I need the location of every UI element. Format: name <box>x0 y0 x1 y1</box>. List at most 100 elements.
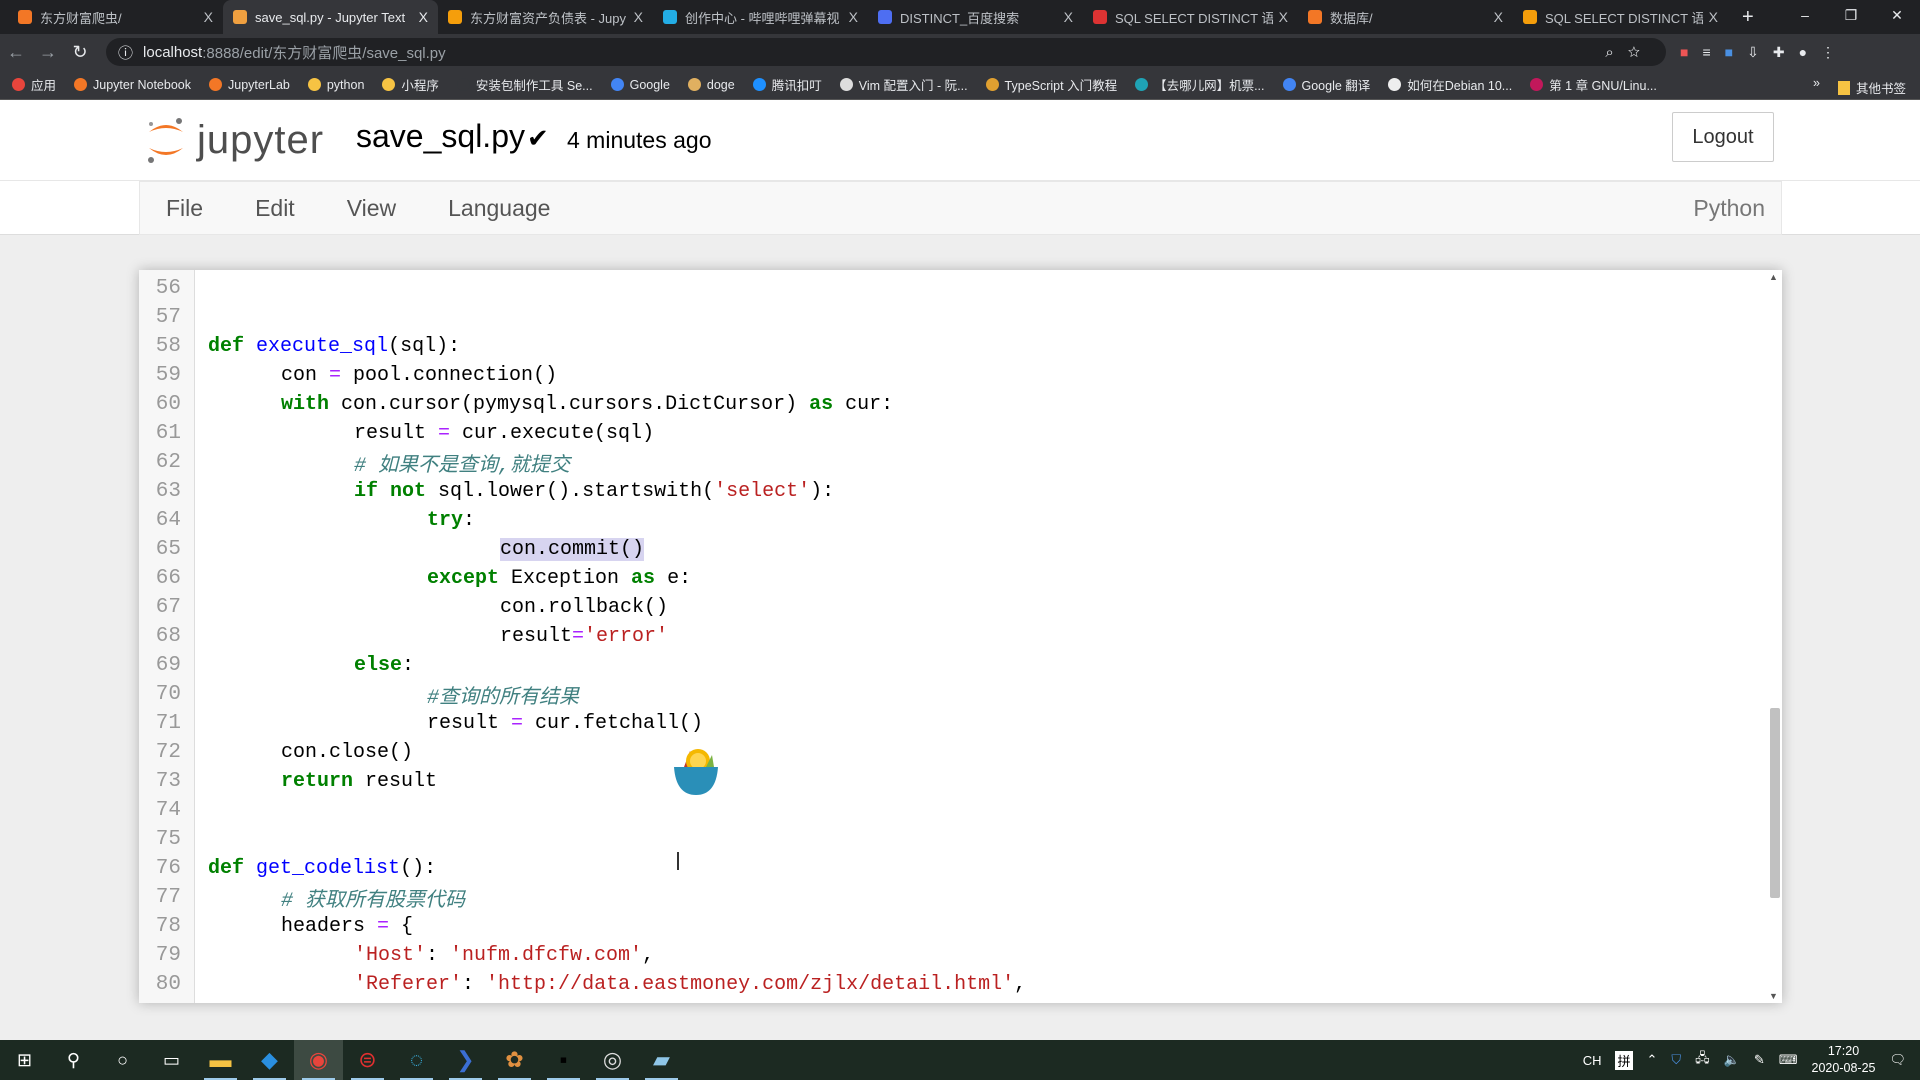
notifications-icon[interactable]: 🗨 <box>1889 1052 1906 1068</box>
download-icon[interactable]: ⇩ <box>1747 44 1759 61</box>
tab-close-icon[interactable]: X <box>1064 9 1073 25</box>
ime-language[interactable]: CH <box>1583 1053 1602 1068</box>
menu-language[interactable]: Language <box>422 195 576 222</box>
clock[interactable]: 17:20 2020-08-25 <box>1812 1043 1876 1077</box>
bookmark[interactable]: 应用 <box>12 75 56 94</box>
volume-icon[interactable]: 🔈 <box>1724 1052 1740 1068</box>
scroll-down-icon[interactable]: ▼ <box>1769 991 1778 1001</box>
tab[interactable]: 创作中心 - 哔哩哔哩弹幕视 X <box>653 0 868 34</box>
forward-icon[interactable]: → <box>32 42 64 63</box>
menu-edit[interactable]: Edit <box>229 195 321 222</box>
other-bookmarks[interactable]: 其他书签 <box>1837 78 1906 97</box>
line-number: 69 <box>155 654 181 677</box>
tab[interactable]: SQL SELECT DISTINCT 语句 X <box>1083 0 1298 34</box>
tab-close-icon[interactable]: X <box>634 9 643 25</box>
netease-music-icon[interactable]: ⊜ <box>343 1040 392 1080</box>
tab[interactable]: SQL SELECT DISTINCT 语句 X <box>1513 0 1728 34</box>
bookmark[interactable]: JupyterLab <box>209 78 290 92</box>
line-code: except Exception as e: <box>181 567 691 590</box>
cortana-icon[interactable]: ○ <box>98 1040 147 1080</box>
address-bar[interactable]: ⓘ localhost :8888/edit/东方财富爬虫/save_sql.p… <box>106 38 1666 66</box>
bookmark[interactable]: 小程序 <box>382 75 439 94</box>
bookmarks-overflow-button[interactable]: » <box>1813 76 1820 90</box>
bookmark[interactable]: Google <box>610 78 670 92</box>
search-icon[interactable]: ⚲ <box>49 1040 98 1080</box>
line-number: 59 <box>155 364 181 387</box>
anaconda-navigator-icon[interactable]: ✿ <box>490 1040 539 1080</box>
profile-avatar-icon[interactable]: ● <box>1799 44 1807 61</box>
vscode-icon[interactable]: ◆ <box>245 1040 294 1080</box>
tab-close-icon[interactable]: X <box>1494 9 1503 25</box>
tab[interactable]: 数据库/X <box>1298 0 1513 34</box>
keyboard-icon[interactable]: ⌨ <box>1779 1052 1798 1068</box>
extension-icon[interactable]: ■ <box>1680 44 1688 61</box>
obs-icon[interactable]: ◎ <box>588 1040 637 1080</box>
extension-icon[interactable]: ■ <box>1725 44 1733 61</box>
minimize-button[interactable]: – <box>1782 0 1828 34</box>
bookmark-icon <box>1282 78 1296 91</box>
site-info-icon[interactable]: ⓘ <box>118 42 133 63</box>
bookmark[interactable]: 安装包制作工具 Se... <box>456 75 593 94</box>
tab-close-icon[interactable]: X <box>204 9 213 25</box>
logout-button[interactable]: Logout <box>1672 112 1774 162</box>
extensions-puzzle-icon[interactable]: ✚ <box>1773 44 1785 61</box>
scrollbar-thumb[interactable] <box>1770 708 1780 898</box>
filename[interactable]: save_sql.py✔ <box>356 118 549 155</box>
bookmark-icon <box>209 78 222 91</box>
bookmark[interactable]: python <box>307 77 365 92</box>
pen-icon[interactable]: ✎ <box>1754 1052 1765 1068</box>
security-icon[interactable]: ⛉ <box>1671 1052 1681 1068</box>
menu-kebab-icon[interactable]: ⋮ <box>1821 44 1835 61</box>
tab-close-icon[interactable]: X <box>1279 9 1288 25</box>
mouse-text-cursor <box>677 852 679 870</box>
maximize-button[interactable]: ❐ <box>1828 0 1874 34</box>
close-window-button[interactable]: ✕ <box>1874 0 1920 34</box>
tab[interactable]: DISTINCT_百度搜索 X <box>868 0 1083 34</box>
bookmark[interactable]: 【去哪儿网】机票... <box>1135 75 1265 94</box>
url-path: :8888/edit/东方财富爬虫/save_sql.py <box>202 44 446 62</box>
network-icon[interactable]: 🖧 <box>1695 1049 1710 1071</box>
code-editor[interactable]: 56 57 58 def execute_sql(sql): 59 con = pool.… <box>139 270 1782 1003</box>
powershell-icon[interactable]: ❯ <box>441 1040 490 1080</box>
menu-file[interactable]: File <box>140 195 229 222</box>
file-explorer-icon[interactable]: ▬ <box>196 1040 245 1080</box>
bookmark[interactable]: 腾讯扣叮 <box>752 75 822 94</box>
tab[interactable]: 东方财富爬虫/X <box>8 0 223 34</box>
ime-mode[interactable]: 拼 <box>1615 1050 1633 1070</box>
line-number: 63 <box>155 480 181 503</box>
notepad-icon[interactable]: ▰ <box>637 1040 686 1080</box>
tray-expand-icon[interactable]: ⌃ <box>1647 1052 1658 1068</box>
bookmark[interactable]: 第 1 章 GNU/Linu... <box>1530 75 1657 94</box>
code-token: result <box>354 422 439 445</box>
tab-close-icon[interactable]: X <box>419 9 428 25</box>
reload-icon[interactable]: ↻ <box>64 42 96 63</box>
vertical-scrollbar[interactable]: ▲ ▼ <box>1767 270 1782 1003</box>
task-view-icon[interactable]: ▭ <box>147 1040 196 1080</box>
extension-icon[interactable]: ≡ <box>1702 44 1710 61</box>
menu-view[interactable]: View <box>321 195 422 222</box>
qq-browser-icon[interactable]: ◌ <box>392 1040 441 1080</box>
tab-close-icon[interactable]: X <box>849 9 858 25</box>
tab-close-icon[interactable]: X <box>1709 9 1718 25</box>
bookmark-label: python <box>326 77 365 92</box>
bookmark[interactable]: TypeScript 入门教程 <box>985 75 1117 94</box>
start-button[interactable]: ⊞ <box>0 1040 49 1080</box>
back-icon[interactable]: ← <box>0 42 32 63</box>
bookmark[interactable]: Vim 配置入门 - 阮... <box>839 75 968 94</box>
new-tab-button[interactable]: + <box>1728 0 1768 34</box>
scroll-up-icon[interactable]: ▲ <box>1769 272 1778 282</box>
jupyter-logo[interactable]: jupyter <box>145 116 324 164</box>
bookmark[interactable]: Jupyter Notebook <box>74 78 191 92</box>
zoom-icon[interactable]: ⌕ <box>1605 44 1627 61</box>
terminal-icon[interactable]: ▪ <box>539 1040 588 1080</box>
tab[interactable]: 东方财富资产负债表 - Jupy X <box>438 0 653 34</box>
chrome-icon[interactable]: ◉ <box>294 1040 343 1080</box>
bookmark[interactable]: 如何在Debian 10... <box>1388 75 1512 94</box>
bookmark[interactable]: doge <box>687 78 735 92</box>
tab[interactable]: save_sql.py - Jupyter Text X <box>223 0 438 34</box>
bookmark-star-icon[interactable]: ☆ <box>1628 44 1654 61</box>
file-icon <box>233 10 247 24</box>
bookmark[interactable]: Google 翻译 <box>1282 75 1370 94</box>
